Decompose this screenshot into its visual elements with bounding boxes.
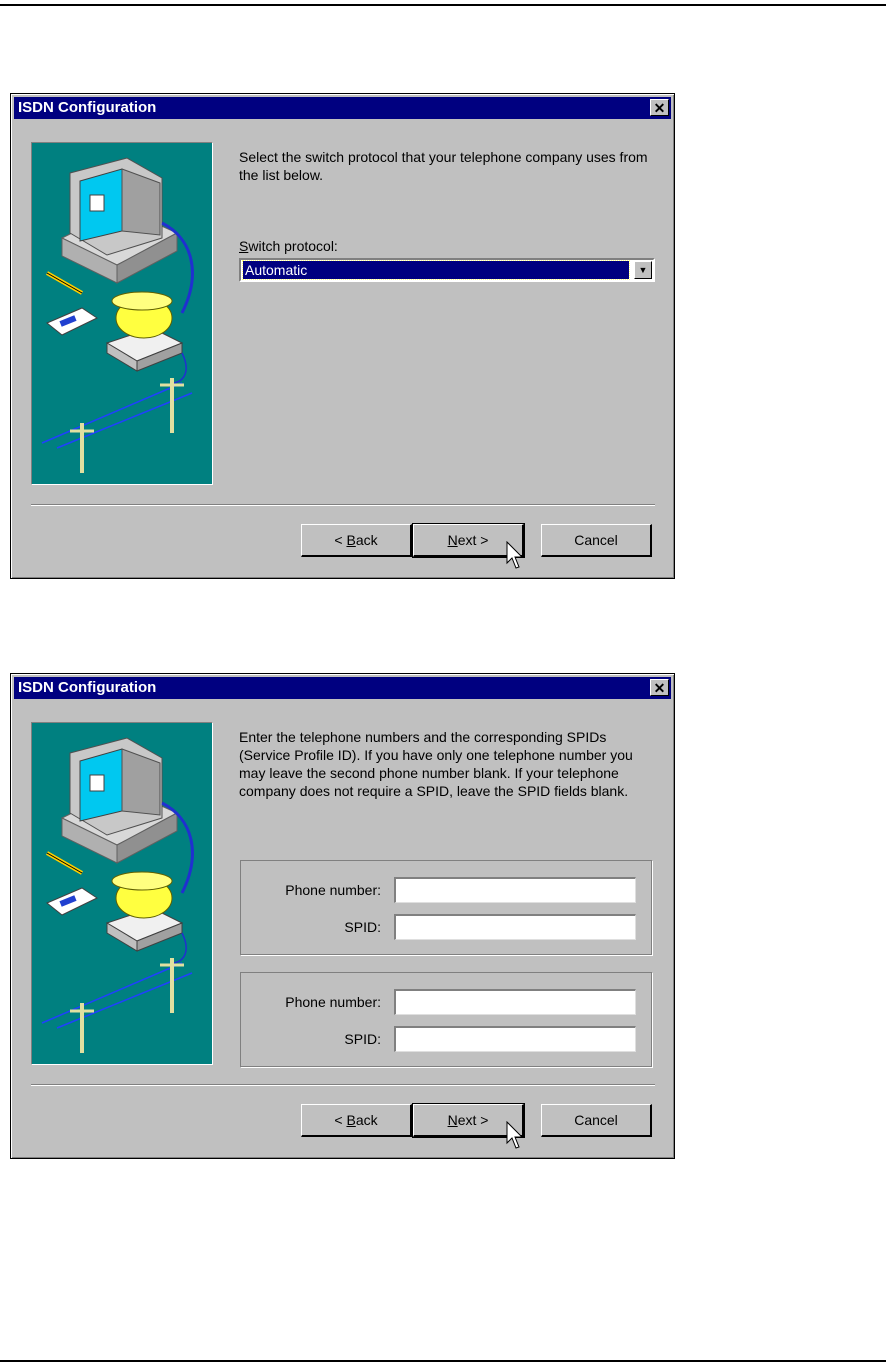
isdn-dialog-phone-numbers: ISDN Configuration ✕ Enter the telephone… — [10, 673, 675, 1159]
title-bar: ISDN Configuration ✕ — [14, 677, 671, 699]
spid-input-2[interactable] — [394, 1026, 636, 1052]
mouse-pointer-icon — [506, 541, 524, 569]
back-accel: B — [346, 532, 356, 548]
switch-protocol-value: Automatic — [242, 260, 630, 280]
next-rest: ext > — [457, 1112, 489, 1128]
instructions-text: Select the switch protocol that your tel… — [239, 149, 648, 183]
back-pre: < — [334, 1112, 347, 1128]
back-rest: ack — [355, 532, 378, 548]
spid-label: SPID: — [344, 919, 381, 935]
top-page-rule — [0, 4, 886, 6]
back-rest: ack — [355, 1112, 378, 1128]
mouse-pointer-icon — [506, 1121, 524, 1149]
phone-number-label: Phone number: — [285, 994, 381, 1010]
computer-illustration — [31, 142, 213, 485]
cancel-button[interactable]: Cancel — [541, 524, 652, 557]
phone-number-input-1[interactable] — [394, 877, 636, 903]
spid-input-1[interactable] — [394, 914, 636, 940]
title-bar: ISDN Configuration ✕ — [14, 97, 671, 119]
back-button[interactable]: < Back — [301, 1104, 412, 1137]
cancel-button[interactable]: Cancel — [541, 1104, 652, 1137]
back-pre: < — [334, 532, 347, 548]
next-accel: N — [447, 532, 458, 548]
phone-group-1: Phone number: SPID: — [240, 860, 652, 955]
switch-protocol-label-rest: witch protocol: — [248, 238, 338, 254]
switch-protocol-label: Switch protocol: — [239, 237, 338, 255]
bottom-page-rule — [0, 1360, 886, 1362]
isdn-dialog-switch-protocol: ISDN Configuration ✕ Select the switch p… — [10, 93, 675, 579]
dialog-title: ISDN Configuration — [18, 679, 157, 696]
close-icon[interactable]: ✕ — [650, 679, 669, 696]
phone-number-label: Phone number: — [285, 882, 381, 898]
separator — [31, 504, 655, 506]
dialog-title: ISDN Configuration — [18, 99, 157, 116]
next-accel: N — [447, 1112, 458, 1128]
spid-label: SPID: — [344, 1031, 381, 1047]
dropdown-arrow-icon[interactable]: ▼ — [634, 261, 652, 279]
instructions-text: Enter the telephone numbers and the corr… — [239, 729, 633, 799]
close-icon[interactable]: ✕ — [650, 99, 669, 116]
phone-number-input-2[interactable] — [394, 989, 636, 1015]
computer-illustration — [31, 722, 213, 1065]
back-accel: B — [346, 1112, 356, 1128]
separator — [31, 1084, 655, 1086]
phone-group-2: Phone number: SPID: — [240, 972, 652, 1067]
back-button[interactable]: < Back — [301, 524, 412, 557]
switch-protocol-accel: S — [239, 238, 249, 254]
switch-protocol-dropdown[interactable]: Automatic ▼ — [239, 258, 655, 282]
next-rest: ext > — [457, 532, 489, 548]
